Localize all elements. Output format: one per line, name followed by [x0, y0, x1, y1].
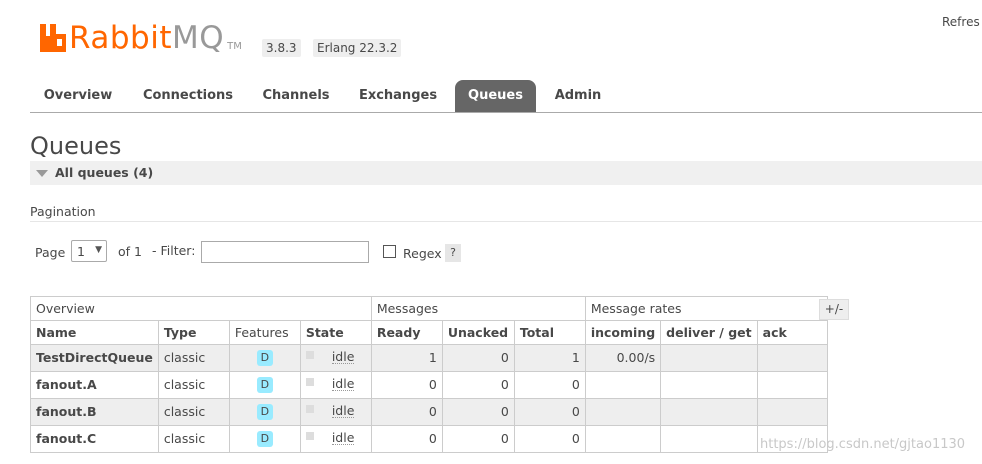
table-row: fanout.A classic D idle 0 0 0: [30, 371, 828, 399]
unacked-count: 0: [441, 344, 515, 372]
rabbit-logo-icon: [40, 24, 66, 52]
queue-name-link[interactable]: fanout.A: [30, 371, 159, 399]
queue-state: idle: [331, 403, 355, 418]
incoming-rate: [584, 425, 662, 453]
queue-name-link[interactable]: fanout.B: [30, 398, 159, 426]
state-indicator-icon: [305, 351, 314, 359]
table-row: TestDirectQueue classic D idle 1 0 1 0.0…: [30, 344, 828, 372]
unacked-count: 0: [441, 371, 515, 399]
queue-type: classic: [157, 371, 230, 399]
collapse-triangle-icon: [36, 170, 48, 177]
durable-feature-badge: D: [256, 377, 273, 393]
main-nav: Overview Connections Channels Exchanges …: [30, 80, 982, 113]
durable-feature-badge: D: [256, 350, 273, 366]
total-count: 1: [513, 344, 586, 372]
deliver-get-rate: [660, 425, 758, 453]
filter-input[interactable]: [201, 241, 369, 263]
rabbitmq-logo[interactable]: RabbitMQ TM: [40, 20, 242, 56]
tab-queues[interactable]: Queues: [455, 80, 536, 112]
column-header-type[interactable]: Type: [157, 320, 230, 345]
column-header-deliver-get[interactable]: deliver / get: [660, 320, 758, 345]
table-row: fanout.B classic D idle 0 0 0: [30, 398, 828, 426]
logo-trademark: TM: [227, 41, 242, 52]
page-select[interactable]: 1 ▼: [71, 240, 107, 262]
tab-channels[interactable]: Channels: [252, 80, 340, 112]
ready-count: 0: [370, 398, 443, 426]
group-header-messages: Messages: [370, 296, 586, 321]
page-label: Page: [35, 245, 66, 260]
state-indicator-icon: [305, 378, 314, 386]
queues-table: Overview Messages Message rates Name Typ…: [30, 296, 828, 453]
column-toggle-button[interactable]: +/-: [819, 299, 849, 320]
queue-name-link[interactable]: TestDirectQueue: [30, 344, 159, 372]
tab-overview[interactable]: Overview: [30, 80, 126, 112]
chevron-down-icon: ▼: [95, 245, 102, 255]
queue-state: idle: [331, 376, 355, 391]
tab-connections[interactable]: Connections: [134, 80, 242, 112]
ack-rate: [756, 398, 828, 426]
rabbitmq-version-badge: 3.8.3: [262, 39, 301, 57]
incoming-rate: [584, 371, 662, 399]
tab-admin[interactable]: Admin: [546, 80, 610, 112]
column-header-state[interactable]: State: [299, 320, 372, 345]
group-header-message-rates: Message rates: [584, 296, 828, 321]
ready-count: 1: [370, 344, 443, 372]
deliver-get-rate: [660, 344, 758, 372]
unacked-count: 0: [441, 398, 515, 426]
filter-label: - Filter:: [152, 243, 196, 258]
ready-count: 0: [370, 425, 443, 453]
deliver-get-rate: [660, 371, 758, 399]
unacked-count: 0: [441, 425, 515, 453]
logo-mq-text: MQ: [171, 20, 225, 56]
durable-feature-badge: D: [256, 431, 273, 447]
incoming-rate: 0.00/s: [584, 344, 662, 372]
help-button[interactable]: ?: [445, 244, 461, 262]
total-count: 0: [513, 398, 586, 426]
ready-count: 0: [370, 371, 443, 399]
pagination-heading: Pagination: [30, 204, 96, 219]
queue-type: classic: [157, 425, 230, 453]
total-count: 0: [513, 371, 586, 399]
total-count: 0: [513, 425, 586, 453]
column-header-total[interactable]: Total: [513, 320, 586, 345]
all-queues-section-toggle[interactable]: All queues (4): [30, 161, 982, 185]
queue-state: idle: [331, 349, 355, 364]
watermark: https://blog.csdn.net/gjtao1130: [760, 437, 966, 452]
page-count-label: of 1: [118, 244, 142, 259]
ack-rate: [756, 344, 828, 372]
group-header-overview: Overview: [30, 296, 372, 321]
page-select-value: 1: [77, 244, 85, 259]
queue-type: classic: [157, 398, 230, 426]
deliver-get-rate: [660, 398, 758, 426]
page-title: Queues: [30, 132, 122, 160]
state-indicator-icon: [305, 405, 314, 413]
durable-feature-badge: D: [256, 404, 273, 420]
queue-name-link[interactable]: fanout.C: [30, 425, 159, 453]
regex-checkbox[interactable]: [383, 245, 396, 258]
column-header-ack[interactable]: ack: [756, 320, 828, 345]
logo-wordmark: RabbitMQ: [69, 20, 224, 56]
divider: [30, 221, 982, 222]
queue-type: classic: [157, 344, 230, 372]
table-row: fanout.C classic D idle 0 0 0: [30, 425, 828, 453]
column-header-name[interactable]: Name: [30, 320, 159, 345]
column-header-ready[interactable]: Ready: [370, 320, 443, 345]
incoming-rate: [584, 398, 662, 426]
erlang-version-badge: Erlang 22.3.2: [313, 39, 402, 57]
regex-label: Regex: [403, 246, 442, 261]
column-header-unacked[interactable]: Unacked: [441, 320, 515, 345]
queue-state: idle: [331, 430, 355, 445]
tab-exchanges[interactable]: Exchanges: [350, 80, 446, 112]
refresh-control[interactable]: Refres: [942, 15, 980, 29]
state-indicator-icon: [305, 432, 314, 440]
column-header-features[interactable]: Features: [228, 320, 301, 345]
logo-rabbit-text: Rabbit: [69, 20, 172, 56]
column-header-incoming[interactable]: incoming: [584, 320, 662, 345]
section-title: All queues (4): [55, 165, 154, 180]
ack-rate: [756, 371, 828, 399]
